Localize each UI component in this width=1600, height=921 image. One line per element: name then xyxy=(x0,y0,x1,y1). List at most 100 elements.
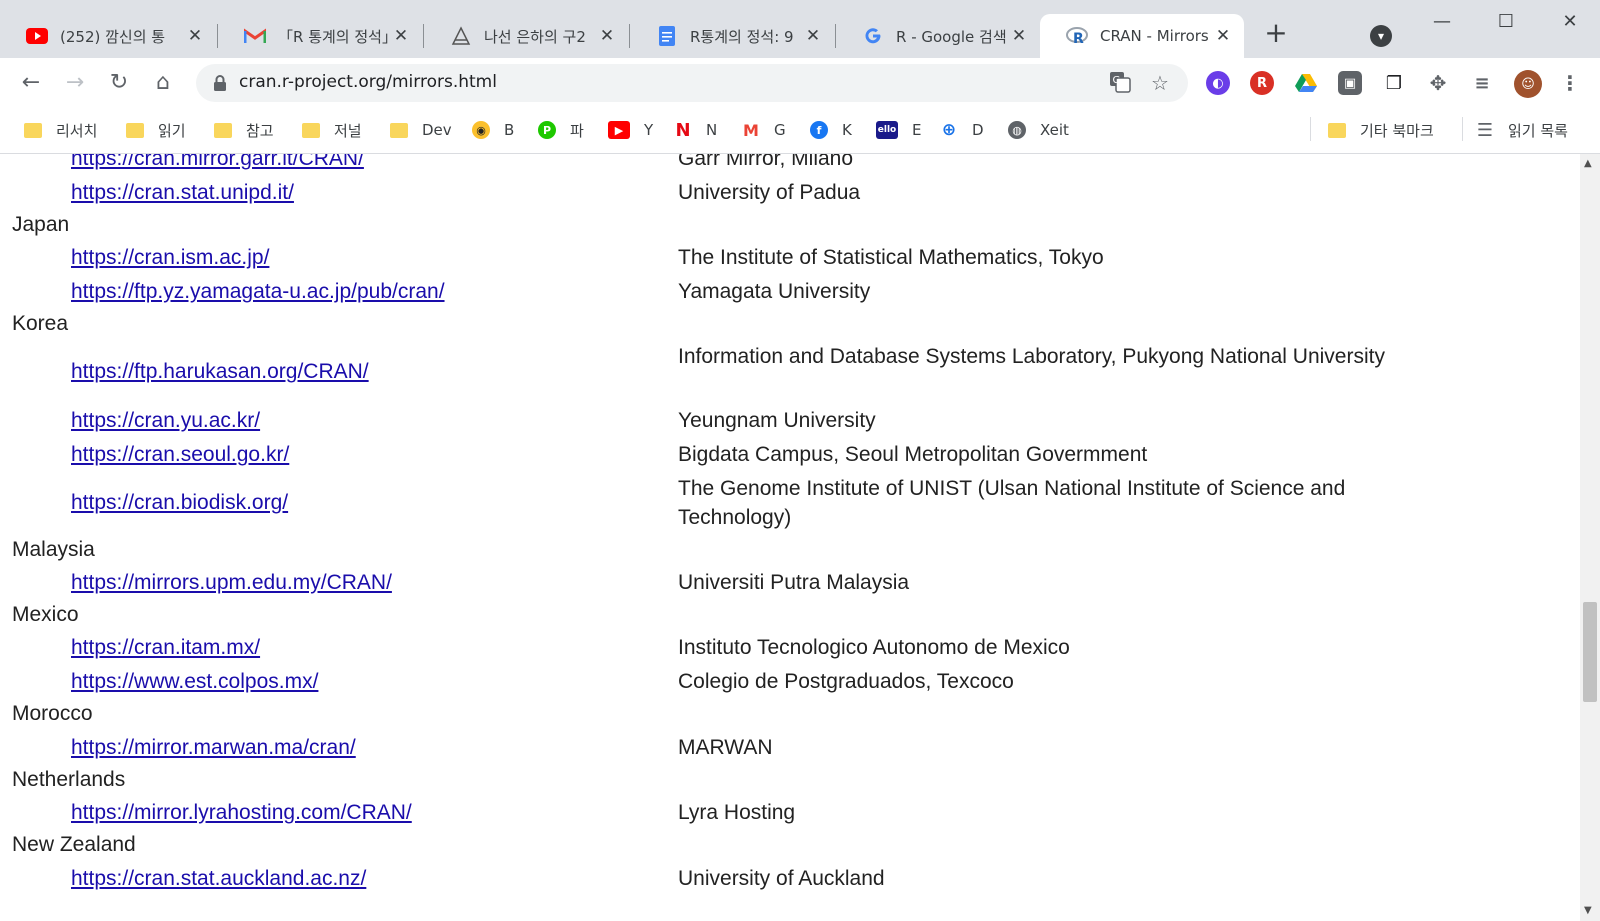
mirror-description: Garr Mirror, Milano xyxy=(678,154,854,170)
bookmark-folder-dev[interactable]: Dev xyxy=(390,118,452,142)
reading-list-button[interactable]: ☰ 읽기 목록 xyxy=(1476,118,1568,142)
tab-google-search[interactable]: R - Google 검색 ✕ xyxy=(836,14,1040,58)
r-logo-icon: R xyxy=(1066,25,1088,47)
puzzle-icon[interactable]: ✥ xyxy=(1426,71,1450,95)
bookmark-folder-journal[interactable]: 저널 xyxy=(302,118,362,142)
bookmark-label: Y xyxy=(644,121,654,139)
netflix-icon: N xyxy=(675,119,691,141)
tab-galaxy[interactable]: 나선 은하의 구2 ✕ xyxy=(424,14,628,58)
mirror-link[interactable]: https://cran.biodisk.org/ xyxy=(71,491,288,515)
close-icon[interactable]: ✕ xyxy=(1008,26,1030,46)
mirror-link[interactable]: https://ftp.harukasan.org/CRAN/ xyxy=(71,360,369,384)
close-icon[interactable]: ✕ xyxy=(596,26,618,46)
tab-title: R - Google 검색 xyxy=(896,27,1007,46)
mirror-description: Lyra Hosting xyxy=(678,801,796,824)
close-window-button[interactable]: ✕ xyxy=(1550,8,1590,38)
bookmark-folder-reference[interactable]: 참고 xyxy=(214,118,274,142)
maximize-button[interactable]: ☐ xyxy=(1486,8,1526,38)
tab-gmail[interactable]: 「R 통계의 정석」 ✕ xyxy=(218,14,422,58)
tab-title: (252) 깜신의 통 xyxy=(60,27,166,46)
mirror-link[interactable]: https://ftp.yz.yamagata-u.ac.jp/pub/cran… xyxy=(71,280,445,304)
docs-icon xyxy=(656,25,678,47)
xeit-icon: ◍ xyxy=(1008,121,1026,139)
bookmark-label: 저널 xyxy=(334,121,362,140)
close-icon[interactable]: ✕ xyxy=(802,26,824,46)
tab-search-icon[interactable]: ▾ xyxy=(1370,25,1392,47)
mirror-link[interactable]: https://cran.stat.unipd.it/ xyxy=(71,181,294,205)
mirror-link[interactable]: https://cran.ism.ac.jp/ xyxy=(71,246,269,270)
mirror-description: MARWAN xyxy=(678,736,773,759)
country-heading: Malaysia xyxy=(12,538,95,561)
bookmark-facebook[interactable]: fK xyxy=(810,118,852,142)
close-icon[interactable]: ✕ xyxy=(184,26,206,46)
tab-docs[interactable]: R통계의 정석: 9 ✕ xyxy=(630,14,834,58)
media-control-icon[interactable]: ≡ xyxy=(1470,71,1494,95)
bookmark-youtube[interactable]: ▶ Y xyxy=(608,118,653,142)
translate-icon[interactable]: G xyxy=(1108,71,1132,95)
mirror-link[interactable]: https://cran.stat.auckland.ac.nz/ xyxy=(71,867,366,891)
mirror-link[interactable]: https://mirror.marwan.ma/cran/ xyxy=(71,736,356,760)
mirror-description: University of Auckland xyxy=(678,867,885,890)
mirror-link[interactable]: https://cran.itam.mx/ xyxy=(71,636,260,660)
tab-youtube[interactable]: (252) 깜신의 통 ✕ xyxy=(0,14,216,58)
bookmark-folder-read[interactable]: 읽기 xyxy=(126,118,186,142)
new-tab-button[interactable]: + xyxy=(1262,19,1290,48)
bookmark-gmail[interactable]: MG xyxy=(742,118,786,142)
bookmark-label: B xyxy=(504,121,515,139)
youtube-icon xyxy=(26,25,48,47)
bookmark-xeit[interactable]: ◍ Xeit xyxy=(1008,118,1069,142)
close-icon[interactable]: ✕ xyxy=(1212,26,1234,46)
bookmark-b[interactable]: ◉ B xyxy=(472,118,514,142)
mirror-link[interactable]: https://mirror.lyrahosting.com/CRAN/ xyxy=(71,801,412,825)
extension-square-icon[interactable]: ▣ xyxy=(1338,71,1362,95)
folder-icon xyxy=(302,121,320,139)
bookmark-folder-research[interactable]: 리서치 xyxy=(24,118,97,142)
reload-button[interactable]: ↻ xyxy=(104,68,134,98)
scroll-up-arrow-icon[interactable]: ▲ xyxy=(1584,158,1592,169)
url-text[interactable]: cran.r-project.org/mirrors.html xyxy=(239,72,497,92)
address-bar[interactable]: cran.r-project.org/mirrors.html G ☆ xyxy=(196,64,1188,102)
extension-layers-icon[interactable]: ❐ xyxy=(1382,71,1406,95)
scrollbar-thumb[interactable] xyxy=(1583,602,1597,702)
gmail-icon: M xyxy=(743,120,759,140)
mirror-link[interactable]: https://cran.mirror.garr.it/CRAN/ xyxy=(71,154,364,171)
youtube-icon: ▶ xyxy=(608,121,630,139)
tab-title: 「R 통계의 정석」 xyxy=(278,27,390,46)
bookmark-label: Dev xyxy=(422,121,452,139)
extension-r-icon[interactable]: R xyxy=(1250,71,1274,95)
bookmark-separator xyxy=(1310,117,1311,141)
galaxy-icon xyxy=(450,25,472,47)
vertical-scrollbar[interactable]: ▲ ▼ xyxy=(1580,154,1600,921)
mirror-link[interactable]: https://cran.yu.ac.kr/ xyxy=(71,409,260,433)
scroll-down-arrow-icon[interactable]: ▼ xyxy=(1584,905,1592,916)
back-button[interactable]: ← xyxy=(16,68,46,98)
bookmark-d[interactable]: ⊕ D xyxy=(940,118,984,142)
profile-avatar[interactable]: ☺ xyxy=(1514,70,1542,98)
mirror-description: Bigdata Campus, Seoul Metropolitan Gover… xyxy=(678,443,1148,466)
bookmark-star-icon[interactable]: ☆ xyxy=(1148,71,1172,95)
mirror-link[interactable]: https://mirrors.upm.edu.my/CRAN/ xyxy=(71,571,392,595)
globe-icon: ⊕ xyxy=(941,120,957,140)
bookmark-papago[interactable]: P파 xyxy=(538,118,584,142)
page-content: https://cran.mirror.garr.it/CRAN/ Garr M… xyxy=(0,154,1580,921)
bookmark-netflix[interactable]: NN xyxy=(674,118,717,142)
tab-title: R통계의 정석: 9 xyxy=(690,27,794,46)
google-drive-icon[interactable] xyxy=(1294,71,1318,95)
bookmark-other-folder[interactable]: 기타 북마크 xyxy=(1328,118,1434,142)
tab-cran-mirrors[interactable]: R CRAN - Mirrors ✕ xyxy=(1040,14,1244,58)
lock-icon[interactable] xyxy=(210,73,230,93)
forward-button[interactable]: → xyxy=(60,68,90,98)
country-heading: Japan xyxy=(12,213,70,236)
mirror-link[interactable]: https://www.est.colpos.mx/ xyxy=(71,670,318,694)
country-heading: Morocco xyxy=(12,702,93,725)
folder-icon xyxy=(24,121,42,139)
home-button[interactable]: ⌂ xyxy=(148,68,178,98)
extension-arc-icon[interactable]: ◐ xyxy=(1206,71,1230,95)
menu-kebab-icon[interactable]: ⋮ xyxy=(1558,71,1582,95)
close-icon[interactable]: ✕ xyxy=(390,26,412,46)
bookmark-label: 리서치 xyxy=(56,121,98,140)
bookmark-ello[interactable]: ello E xyxy=(876,118,921,142)
mirror-link[interactable]: https://cran.seoul.go.kr/ xyxy=(71,443,289,467)
minimize-button[interactable]: — xyxy=(1422,8,1462,38)
bookmark-label: 파 xyxy=(570,121,584,140)
